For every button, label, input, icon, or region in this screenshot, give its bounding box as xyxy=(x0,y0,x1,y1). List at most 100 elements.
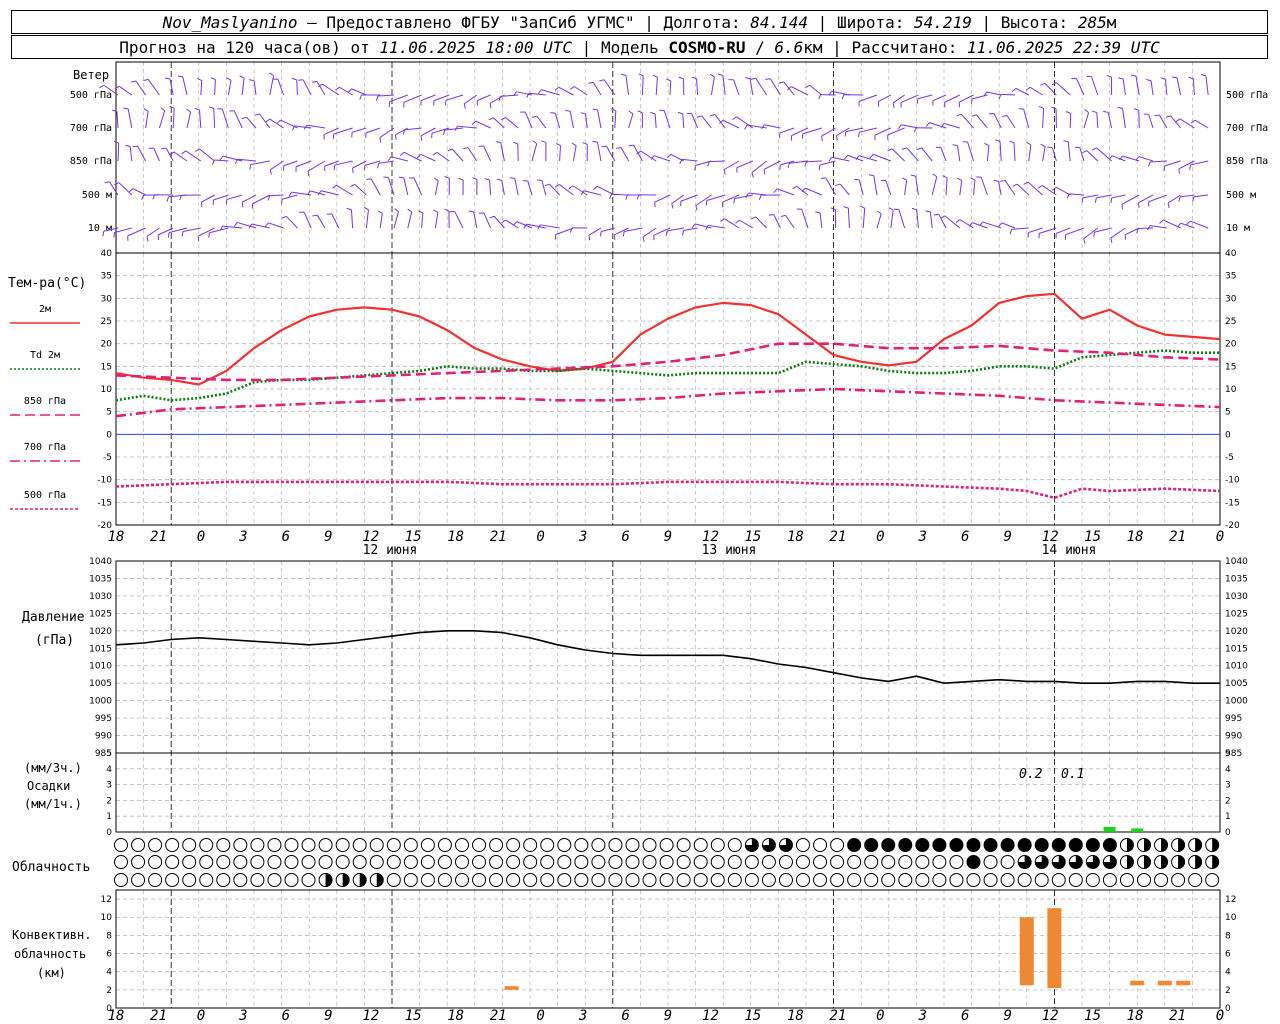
wind-barb xyxy=(173,151,188,162)
wind-barb-feather xyxy=(498,96,501,102)
cloud-symbol xyxy=(881,838,896,852)
wind-barb-feather xyxy=(226,77,232,81)
x-tick-label: 3 xyxy=(578,1008,587,1024)
cloud-symbol xyxy=(761,873,776,887)
y-tick-label-right: 1 xyxy=(1225,812,1231,822)
cloud-symbol xyxy=(659,838,674,852)
cloud-symbol-fill xyxy=(1178,855,1185,869)
wind-barb-feather xyxy=(897,124,902,130)
wind-barb xyxy=(945,177,948,196)
clouds-title: Облачность xyxy=(12,860,90,875)
wind-barb xyxy=(1042,108,1045,129)
y-tick-label: 25 xyxy=(101,317,112,327)
cloud-symbol xyxy=(506,873,521,887)
cloud-symbol xyxy=(1034,838,1049,852)
wind-barb xyxy=(336,184,353,196)
wind-barb-feather xyxy=(911,207,917,211)
wind-barb xyxy=(241,78,245,96)
x-tick-label: 12 xyxy=(702,1008,719,1024)
y-tick-label: 1 xyxy=(106,812,112,822)
x-tick-label: 21 xyxy=(150,1008,167,1024)
wind-barb-feather xyxy=(269,72,274,76)
cloud-symbol xyxy=(642,855,657,869)
x-tick-label: 18 xyxy=(787,529,804,545)
wind-barb-feather xyxy=(765,78,771,81)
wind-barb-feather xyxy=(1135,156,1140,161)
wind-barb-feather xyxy=(1117,106,1123,109)
x-tick-label: 6 xyxy=(621,529,629,545)
cloud-symbol xyxy=(659,873,674,887)
y-tick-label-right: 5 xyxy=(1225,749,1231,759)
cloud-symbol xyxy=(591,873,606,887)
wind-barb xyxy=(350,209,354,229)
cloud-symbol xyxy=(676,855,691,869)
wind-barb-feather xyxy=(1159,219,1164,224)
y-tick-label: 6 xyxy=(106,950,112,960)
wind-barb-feather xyxy=(818,165,821,171)
wind-barb-feather xyxy=(129,188,134,193)
y-tick-label-right: 1035 xyxy=(1225,574,1248,584)
y-tick-label-right: 4 xyxy=(1225,968,1231,978)
wind-barb-feather xyxy=(1084,109,1089,114)
wind-barb-feather xyxy=(1121,204,1124,210)
wind-barb-feather xyxy=(249,79,255,82)
wind-barb-feather xyxy=(970,98,973,104)
y-tick-label: 10 xyxy=(101,913,113,923)
wind-barb xyxy=(467,147,478,162)
wind-barb-feather xyxy=(571,142,577,147)
cloud-symbol xyxy=(1017,838,1032,852)
wind-barb-feather xyxy=(512,221,518,226)
wind-barb xyxy=(785,215,795,229)
wind-level-label-right: 500 гПа xyxy=(1226,90,1268,101)
wind-barb xyxy=(501,180,505,196)
y-tick-label-right: 4 xyxy=(1225,765,1231,775)
wind-barb-feather xyxy=(818,94,822,100)
wind-barb-feather xyxy=(169,105,175,109)
wind-barb-feather xyxy=(778,81,784,84)
wind-barb xyxy=(420,94,436,102)
wind-barb xyxy=(237,221,257,229)
cloud-symbol xyxy=(199,873,214,887)
y-tick-label: 1015 xyxy=(89,644,112,654)
wind-barb xyxy=(524,111,533,129)
wind-barb-feather xyxy=(843,206,849,209)
wind-barb xyxy=(714,114,726,129)
wind-barb-feather xyxy=(333,165,336,171)
x-tick-label: 18 xyxy=(447,1008,464,1024)
wind-barb-feather xyxy=(298,79,304,81)
wind-barb xyxy=(1001,222,1016,229)
wind-barb xyxy=(147,79,160,96)
conv-title-1: Конвективн. xyxy=(12,928,91,942)
wind-barb-feather xyxy=(733,198,736,204)
y-tick-label: 5 xyxy=(106,749,112,759)
wind-barb-feather xyxy=(276,119,281,124)
wind-barb-feather xyxy=(580,112,586,115)
x-tick-label: 12 xyxy=(1042,1008,1059,1024)
wind-barb-feather xyxy=(868,174,874,177)
wind-barb xyxy=(755,77,768,96)
wind-level-label: 500 гПа xyxy=(70,90,112,101)
wind-barb-feather xyxy=(665,230,668,236)
x-tick-label: 18 xyxy=(108,529,125,545)
y-tick-label-right: 990 xyxy=(1225,732,1242,742)
wind-barb xyxy=(186,111,192,129)
wind-barb-feather xyxy=(433,209,439,213)
wind-barb xyxy=(921,147,933,162)
wind-barb-feather xyxy=(312,80,318,83)
wind-barb xyxy=(653,227,671,236)
wind-barb xyxy=(135,80,147,96)
wind-barb xyxy=(847,208,850,229)
wind-barb xyxy=(387,177,395,196)
x-tick-label: 6 xyxy=(282,529,290,545)
wind-barb xyxy=(1205,75,1209,96)
wind-barb xyxy=(200,80,203,96)
temp-legend-label: 2м xyxy=(39,304,51,315)
y-tick-label-right: 1010 xyxy=(1225,662,1248,672)
wind-barb xyxy=(1082,194,1098,199)
pressure-unit: (гПа) xyxy=(35,633,74,648)
wind-barb xyxy=(365,127,381,134)
wind-barb xyxy=(246,116,257,129)
x-tick-label: 0 xyxy=(876,529,884,545)
x-tick-label: 0 xyxy=(1216,529,1224,545)
wind-barb xyxy=(531,143,538,162)
